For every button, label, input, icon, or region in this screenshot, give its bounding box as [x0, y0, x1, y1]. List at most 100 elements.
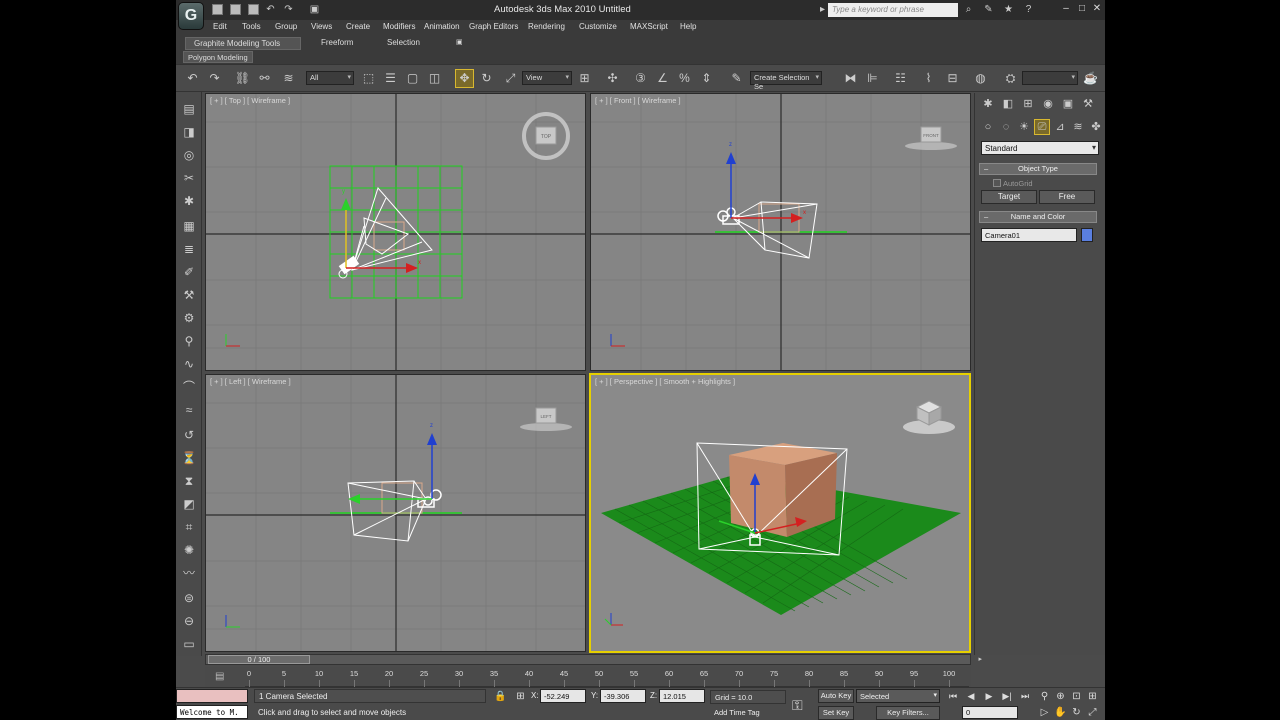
viewport-label-perspective[interactable]: [ + ] [ Perspective ] [ Smooth + Highlig… [595, 377, 735, 386]
bind-spacewarp-icon[interactable]: ≋ [280, 70, 297, 87]
menu-customize[interactable]: Customize [579, 22, 617, 31]
object-category-dropdown[interactable]: Standard [981, 141, 1099, 155]
undo-icon[interactable]: ↶ [184, 70, 201, 87]
new-file-icon[interactable] [212, 4, 223, 15]
select-object-icon[interactable]: ⬚ [360, 70, 377, 87]
tool-twist-icon[interactable]: ↺ [180, 426, 198, 444]
tool-taper-icon[interactable]: ⏳ [180, 449, 198, 467]
selection-region-icon[interactable]: ▢ [404, 70, 421, 87]
key-mode-dropdown[interactable]: Selected [856, 689, 940, 703]
lock-selection-icon[interactable]: 🔒 [494, 690, 507, 703]
menu-views[interactable]: Views [311, 22, 332, 31]
tab-graphite-modeling-tools[interactable]: Graphite Modeling Tools [185, 37, 301, 50]
fov-icon[interactable]: ▷ [1038, 706, 1051, 719]
menu-maxscript[interactable]: MAXScript [630, 22, 668, 31]
render-setup-icon[interactable]: ⛭ [1002, 70, 1019, 87]
display-tab-icon[interactable]: ▣ [1061, 97, 1075, 111]
current-frame-field[interactable]: 0 [962, 706, 1018, 719]
hierarchy-tab-icon[interactable]: ⊞ [1021, 97, 1035, 111]
time-slider-handle[interactable]: 0 / 100 [208, 655, 310, 664]
orbit-icon[interactable]: ↻ [1070, 706, 1083, 719]
viewport-label-left[interactable]: [ + ] [ Left ] [ Wireframe ] [210, 377, 291, 386]
z-coordinate-field[interactable]: 12.015 [659, 689, 705, 703]
viewcube-front[interactable]: FRONT [905, 126, 957, 150]
angle-snap-icon[interactable]: ∠ [654, 70, 671, 87]
manipulate-icon[interactable]: ✣ [604, 70, 621, 87]
pan-icon[interactable]: ✋ [1054, 706, 1067, 719]
absolute-mode-icon[interactable]: ⊞ [514, 690, 527, 703]
open-file-icon[interactable] [230, 4, 241, 15]
ribbon-toggle-icon[interactable]: ▣ [448, 37, 471, 50]
next-frame-button-icon[interactable]: ▶| [1000, 690, 1014, 703]
maximize-button[interactable]: □ [1076, 3, 1088, 15]
set-key-button[interactable]: Set Key [818, 706, 854, 720]
tool-edge-icon[interactable]: ◨ [180, 123, 198, 141]
undo-icon[interactable]: ↶ [264, 3, 277, 16]
tool-spin-icon[interactable]: ✺ [180, 541, 198, 559]
tab-freeform[interactable]: Freeform [313, 37, 361, 50]
zoom-all-icon[interactable]: ⊕ [1054, 690, 1067, 703]
x-coordinate-field[interactable]: -52.249 [540, 689, 586, 703]
link-icon[interactable]: ⛓ [234, 70, 251, 87]
selection-filter-dropdown[interactable]: All [306, 71, 354, 85]
go-to-end-icon[interactable]: ⏭ [1018, 690, 1032, 703]
unlink-icon[interactable]: ⚯ [256, 70, 273, 87]
tool-noise-icon[interactable]: 〰 [180, 564, 198, 582]
tool-star-icon[interactable]: ✱ [180, 192, 198, 210]
help-icon[interactable]: ? [1022, 3, 1035, 16]
viewport-label-top[interactable]: [ + ] [ Top ] [ Wireframe ] [210, 96, 290, 105]
tools-icon[interactable]: ✎ [982, 3, 995, 16]
viewcube-top[interactable]: TOP [522, 112, 570, 160]
lights-icon[interactable]: ☀ [1017, 120, 1031, 134]
tool-cut-icon[interactable]: ✂ [180, 169, 198, 187]
edit-named-selection-icon[interactable]: ✎ [728, 70, 745, 87]
viewcube-persp[interactable] [903, 400, 955, 434]
window-crossing-icon[interactable]: ◫ [426, 70, 443, 87]
tool-symmetry-icon[interactable]: ⊖ [180, 612, 198, 630]
menu-animation[interactable]: Animation [424, 22, 460, 31]
zoom-extents-icon[interactable]: ⊡ [1070, 690, 1083, 703]
tool-shell-icon[interactable]: ◩ [180, 495, 198, 513]
select-and-move-icon[interactable]: ✥ [455, 69, 474, 88]
tool-bend-icon[interactable]: ⌒ [180, 378, 198, 396]
modify-tab-icon[interactable]: ◧ [1001, 97, 1015, 111]
tool-ripple-icon[interactable]: ≈ [180, 401, 198, 419]
track-bar[interactable]: ▤ 0 5 10 15 20 25 30 35 40 45 50 55 60 65 70 75 80 85 90 95… [205, 667, 971, 687]
viewport-left[interactable]: [ + ] [ Left ] [ Wireframe ] z LEFT [205, 374, 586, 652]
y-coordinate-field[interactable]: -39.306 [600, 689, 646, 703]
key-filters-button[interactable]: Key Filters... [876, 706, 940, 720]
auto-key-button[interactable]: Auto Key [818, 689, 854, 703]
pivot-center-icon[interactable]: ⊞ [576, 70, 593, 87]
time-slider[interactable]: 0 / 100 ▸ [205, 654, 982, 665]
previous-frame-icon[interactable]: ◀ [964, 690, 978, 703]
select-and-scale-icon[interactable]: ⤢ [502, 70, 519, 87]
geometry-icon[interactable]: ○ [981, 120, 995, 134]
tool-list-icon[interactable]: ▭ [180, 635, 198, 653]
percent-snap-icon[interactable]: % [676, 70, 693, 87]
application-button[interactable]: G [178, 2, 204, 30]
go-to-start-icon[interactable]: ⏮ [946, 690, 960, 703]
material-editor-icon[interactable]: ◍ [972, 70, 989, 87]
utilities-tab-icon[interactable]: ⚒ [1081, 97, 1095, 111]
menu-graph-editors[interactable]: Graph Editors [469, 22, 518, 31]
shapes-icon[interactable]: ◌ [999, 120, 1013, 134]
mini-curve-editor-icon[interactable]: ▤ [215, 671, 229, 683]
zoom-extents-all-icon[interactable]: ⊞ [1086, 690, 1099, 703]
maxscript-listener-mini[interactable] [176, 689, 248, 703]
frame-ruler[interactable]: 0 5 10 15 20 25 30 35 40 45 50 55 60 65 70 75 80 85 90 95 10… [245, 667, 969, 687]
snaps-toggle-icon[interactable]: ③ [632, 70, 649, 87]
tab-selection[interactable]: Selection [379, 37, 428, 50]
mirror-icon[interactable]: ⧓ [842, 70, 859, 87]
close-button[interactable]: ✕ [1091, 3, 1103, 15]
menu-help[interactable]: Help [680, 22, 696, 31]
add-time-tag[interactable]: Add Time Tag [710, 706, 786, 720]
create-tab-icon[interactable]: ✱ [981, 97, 995, 111]
menu-create[interactable]: Create [346, 22, 370, 31]
target-camera-button[interactable]: Target [981, 190, 1037, 204]
tool-wave-icon[interactable]: ∿ [180, 355, 198, 373]
autogrid-checkbox[interactable] [993, 179, 1001, 187]
tool-pin-icon[interactable]: ⚲ [180, 332, 198, 350]
redo-icon[interactable]: ↷ [282, 3, 295, 16]
viewport-label-front[interactable]: [ + ] [ Front ] [ Wireframe ] [595, 96, 681, 105]
viewport-perspective[interactable]: [ + ] [ Perspective ] [ Smooth + Highlig… [589, 373, 971, 653]
